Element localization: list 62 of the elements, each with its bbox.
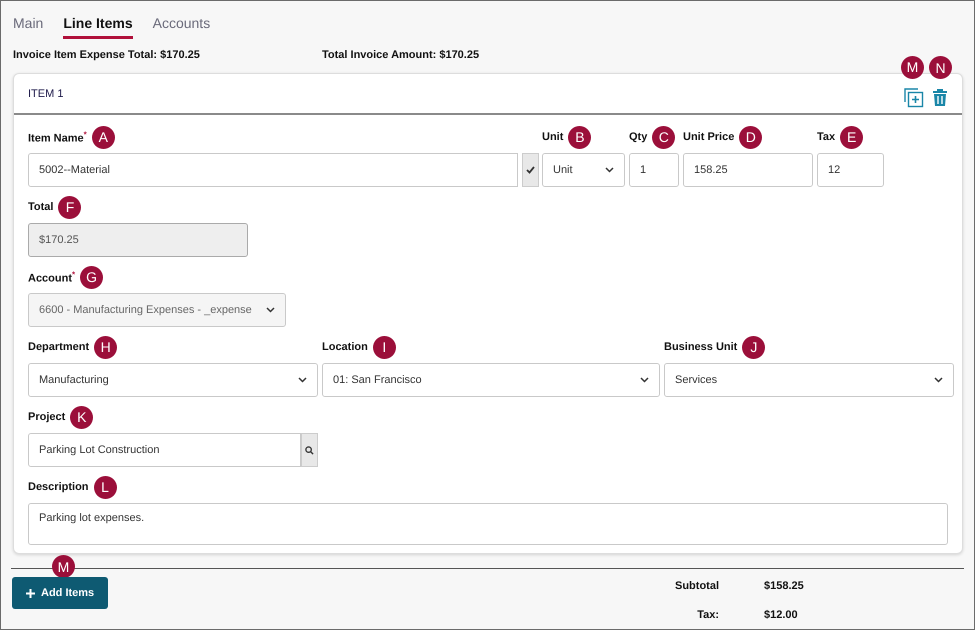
project-field[interactable]: Parking Lot Construction [28, 433, 301, 467]
field-label: Business Unit [664, 341, 738, 353]
dropdown-field[interactable]: Manufacturing [28, 363, 318, 397]
dropdown-field[interactable]: 01: San Francisco [322, 363, 660, 397]
tab[interactable]: Main [13, 15, 44, 39]
plus-icon [26, 588, 35, 598]
checkmark-icon [526, 166, 535, 174]
chevron-down-icon [605, 167, 614, 173]
total-label: Tax: [696, 609, 719, 621]
dropdown-field: 6600 - Manufacturing Expenses - _expense [28, 293, 286, 327]
text-field[interactable]: 158.25 [683, 153, 813, 187]
item-title: ITEM 1 [28, 88, 64, 100]
callout-badge: M [901, 56, 924, 78]
field-label: Qty [629, 131, 648, 143]
dropdown-field[interactable]: Services [664, 363, 954, 397]
field-label: Unit Price [683, 131, 734, 143]
search-button[interactable] [301, 433, 318, 467]
check-button[interactable] [522, 153, 539, 187]
callout-badge: G [80, 266, 104, 288]
field-label: Description [28, 481, 89, 493]
field-label: Location [322, 341, 368, 353]
field-label: Unit [542, 131, 564, 143]
callout-badge: C [652, 126, 676, 148]
total-field[interactable]: $170.25 [28, 223, 248, 257]
callout-badge: K [70, 406, 94, 428]
search-icon [305, 446, 314, 454]
total-label: Subtotal [675, 580, 719, 592]
callout-badge: H [94, 336, 118, 358]
description-field[interactable]: Parking lot expenses. [28, 503, 948, 545]
field-label: Project [28, 411, 66, 423]
callout-badge: J [742, 336, 766, 358]
add-items-button[interactable]: Add Items [12, 577, 108, 609]
chevron-down-icon [298, 377, 307, 383]
callout-badge: I [372, 336, 396, 358]
field-label: Account$^{*}$ [28, 270, 76, 284]
field-label: Item Name$^{*}$ [28, 130, 87, 144]
callout-badge: A [92, 126, 115, 148]
text-field[interactable]: 1 [629, 153, 679, 187]
summary-total: Invoice Item Expense Total: $170.25 [13, 49, 201, 61]
chevron-down-icon [640, 377, 649, 383]
callout-badge: D [739, 126, 762, 148]
chevron-down-icon [266, 307, 275, 313]
item-name-field[interactable]: 5002--Material [28, 153, 518, 187]
summary-total: Total Invoice Amount: $170.25 [322, 49, 480, 61]
callout-badge: L [94, 476, 117, 498]
field-label: Tax [817, 131, 836, 143]
dropdown-field[interactable]: Unit [542, 153, 625, 187]
text-field[interactable]: 12 [817, 153, 884, 187]
callout-badge: N [929, 56, 952, 79]
tab[interactable]: Accounts [152, 15, 210, 39]
total-value: $12.00 [764, 609, 799, 621]
field-label: Department [28, 341, 90, 353]
callout-badge: M [52, 555, 75, 578]
callout-badge: B [568, 126, 592, 148]
callout-badge: E [840, 126, 864, 148]
field-label: Total [28, 201, 54, 213]
callout-badge: F [58, 196, 82, 218]
chevron-down-icon [934, 377, 943, 383]
total-value: $158.25 [764, 580, 805, 592]
tab[interactable]: Line Items [63, 15, 133, 39]
trash-icon [932, 88, 948, 107]
duplicate-icon [904, 88, 924, 108]
